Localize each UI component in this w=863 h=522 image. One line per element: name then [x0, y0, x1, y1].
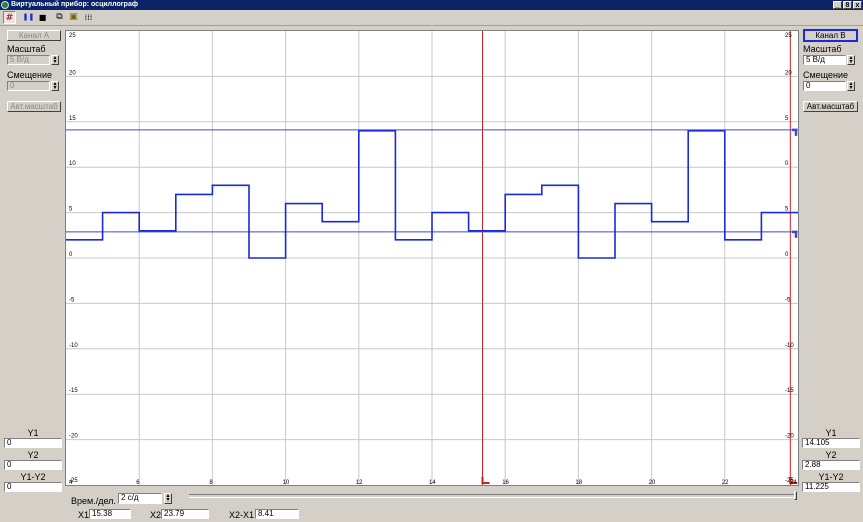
channel-b-y1-readout: 14.105: [802, 438, 860, 448]
copy-icon[interactable]: ⧉: [53, 11, 66, 24]
y-tick-label-left: -20: [69, 434, 78, 440]
channel-b-offset-field[interactable]: 0: [803, 81, 846, 91]
channel-a-scale-field[interactable]: 5 В/д: [7, 55, 50, 65]
channel-a-scale-spinner[interactable]: ▴ ▾: [51, 55, 59, 65]
x-tick-label: 22: [722, 480, 729, 485]
x2-label: X2: [150, 510, 162, 520]
stop-icon[interactable]: ■: [36, 11, 49, 24]
channel-b-offset-label: Смещение: [803, 70, 849, 80]
y-tick-label-right: 25: [785, 33, 792, 39]
channel-a-dy-readout: 0: [4, 482, 62, 492]
channel-b-y2-label: Y2: [825, 450, 837, 460]
maximize-button[interactable]: 8: [843, 1, 852, 9]
dx-readout: 8.41: [255, 509, 299, 519]
channel-a-dy-label: Y1-Y2: [20, 472, 46, 482]
channel-b-y2-readout: 2.88: [802, 460, 860, 470]
y-tick-label-right: -25: [785, 478, 794, 484]
x-tick-label: 10: [283, 480, 290, 485]
cursor-y1-handle: [792, 128, 798, 136]
time-per-div-field[interactable]: 2 с/д: [118, 493, 162, 504]
grid-icon[interactable]: ⁞⁞⁞: [82, 11, 95, 24]
y-tick-label-left: -10: [69, 343, 78, 349]
y-tick-label-right: -20: [785, 434, 794, 440]
channel-b-scale-label: Масштаб: [803, 44, 842, 54]
dx-label: X2-X1: [229, 510, 255, 520]
scrollbar-thumb[interactable]: [794, 491, 797, 500]
channel-b-scale-spinner[interactable]: ▴ ▾: [847, 55, 855, 65]
y-tick-label-left: -5: [69, 297, 75, 303]
channel-a-offset-label: Смещение: [7, 70, 53, 80]
title-bar: Виртуальный прибор: осциллограф _ 8 x: [0, 0, 863, 10]
channel-a-y1-readout: 0: [4, 438, 62, 448]
y-tick-label-right: 5: [785, 116, 789, 122]
y-tick-label-left: 15: [69, 116, 76, 122]
y-tick-label-right: -5: [785, 297, 791, 303]
x2-readout: 23.79: [161, 509, 209, 519]
y-tick-label-right: -10: [785, 343, 794, 349]
channel-a-scale-label: Масштаб: [7, 44, 46, 54]
x-tick-label: 20: [649, 480, 656, 485]
open-icon[interactable]: ▣: [67, 11, 80, 24]
y-tick-label-left: -25: [69, 478, 78, 484]
y-tick-label-right: 20: [785, 70, 792, 76]
y-tick-label-left: 25: [69, 33, 76, 39]
channel-a-y2-label: Y2: [27, 450, 39, 460]
channel-a-button[interactable]: Канал А: [7, 30, 61, 41]
channel-a-y1-label: Y1: [27, 428, 39, 438]
x1-readout: 15.38: [89, 509, 131, 519]
pause-icon[interactable]: ❚❚: [22, 11, 35, 24]
y-tick-label-right: -15: [785, 388, 794, 394]
x-tick-label: 16: [502, 480, 509, 485]
oscilloscope-plot[interactable]: 4 6 8 10 12 14 16 18 20 22 24 25 25 20 20 15 5 10 0 5 5 0 0 -5-…: [65, 30, 799, 486]
oscilloscope-chart: 4 6 8 10 12 14 16 18 20 22 2425 2520 2015 510 05 50 0-5-…: [66, 31, 798, 485]
y-tick-label-left: 10: [69, 161, 76, 167]
channel-b-dy-readout: 11.225: [802, 482, 860, 492]
trigger-icon[interactable]: #: [3, 11, 16, 24]
channel-b-auto-scale-button[interactable]: Авт.масштаб: [803, 101, 858, 112]
channel-a-offset-spinner[interactable]: ▴ ▾: [51, 81, 59, 91]
time-per-div-spinner[interactable]: ▴ ▾: [164, 493, 172, 504]
y-tick-label-right: 0: [785, 161, 789, 167]
y-tick-label-left: -15: [69, 388, 78, 394]
channel-a-offset-field[interactable]: 0: [7, 81, 50, 91]
y-tick-label-left: 0: [69, 252, 73, 258]
channel-b-scale-field[interactable]: 5 В/д: [803, 55, 846, 65]
y-tick-label-left: 5: [69, 207, 73, 213]
y-tick-label-left: 20: [69, 70, 76, 76]
channel-b-offset-spinner[interactable]: ▴ ▾: [847, 81, 855, 91]
app-icon: [1, 1, 9, 9]
time-scrollbar[interactable]: [189, 491, 797, 500]
cursor-y2-handle: [792, 230, 798, 238]
x-tick-label: 18: [575, 480, 582, 485]
channel-a-y2-readout: 0: [4, 460, 62, 470]
channel-b-button[interactable]: Канал В: [803, 29, 858, 42]
y-tick-label-right: 5: [785, 207, 789, 213]
channel-a-auto-scale-button[interactable]: Авт.масштаб: [7, 101, 61, 112]
window-title: Виртуальный прибор: осциллограф: [11, 1, 138, 8]
channel-b-dy-label: Y1-Y2: [818, 472, 844, 482]
y-tick-label-right: 0: [785, 252, 789, 258]
time-per-div-label: Врем./дел.: [71, 496, 116, 506]
minimize-button[interactable]: _: [833, 1, 842, 9]
toolbar: # ❚❚ ■ ⧉ ▣ ⁞⁞⁞: [0, 10, 863, 26]
close-button[interactable]: x: [853, 1, 862, 9]
x1-label: X1: [78, 510, 90, 520]
cursor-x1-handle: [481, 477, 490, 484]
channel-b-y1-label: Y1: [825, 428, 837, 438]
x-tick-label: 14: [429, 480, 436, 485]
x-tick-label: 12: [356, 480, 363, 485]
